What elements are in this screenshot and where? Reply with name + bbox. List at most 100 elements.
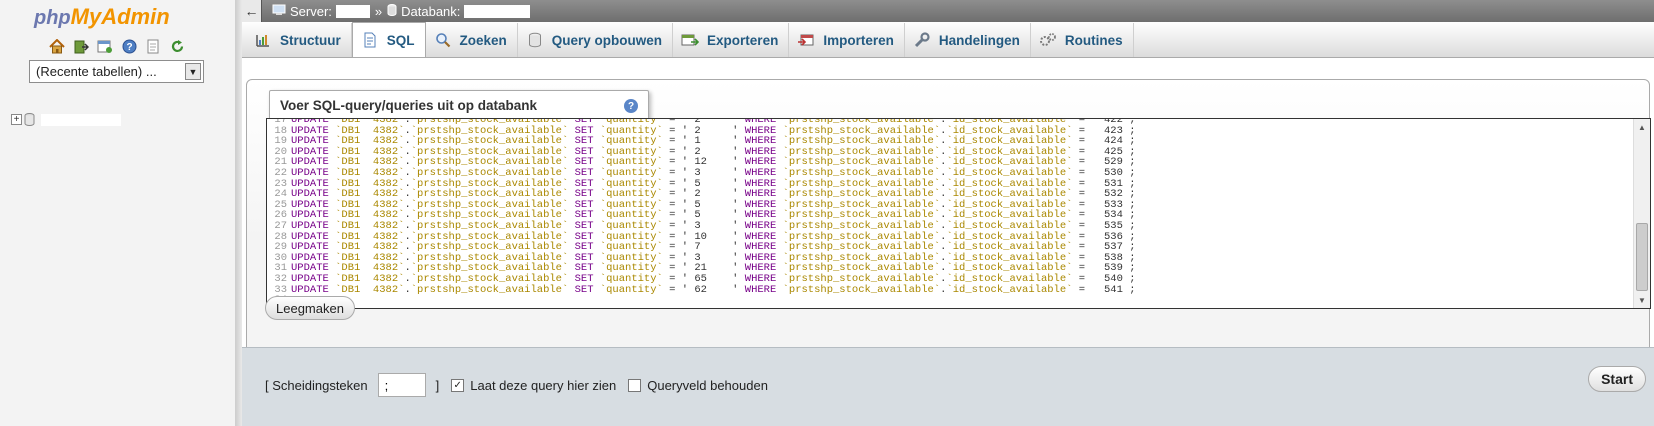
start-button[interactable]: Start — [1588, 366, 1646, 392]
sql-id-value: 535 — [1103, 219, 1123, 232]
sql-table-name: `prstshp_stock_available` — [782, 166, 941, 179]
sql-keyword: UPDATE — [291, 272, 329, 285]
database-icon — [387, 3, 397, 19]
tab-sql[interactable]: SQL — [351, 22, 426, 57]
tab-operations[interactable]: Handelingen — [905, 23, 1031, 57]
delimiter-label-close: ] — [435, 377, 440, 393]
sql-quantity-value: 65 — [694, 272, 733, 285]
sql-panel-title: Voer SQL-query/queries uit op databank ? — [269, 90, 649, 120]
sql-column-name: `id_stock_available` — [946, 272, 1073, 285]
sql-quote: ' — [732, 219, 745, 232]
sql-column-name: `quantity` — [599, 283, 663, 296]
tab-search[interactable]: Zoeken — [426, 23, 518, 57]
server-icon — [272, 4, 286, 19]
sql-table-name: `prstshp_stock_available` — [782, 283, 941, 296]
sql-id-value: 530 — [1103, 166, 1123, 179]
show-query-label[interactable]: Laat deze query hier zien — [470, 378, 616, 393]
scrollbar-thumb[interactable] — [1636, 223, 1648, 291]
delimiter-input[interactable] — [377, 373, 426, 397]
collapse-navigation-button[interactable]: ← — [242, 0, 262, 22]
sql-column-name: `quantity` — [599, 166, 663, 179]
tab-label: Handelingen — [938, 32, 1020, 48]
operations-icon — [913, 32, 931, 48]
retain-query-box-label[interactable]: Queryveld behouden — [647, 378, 768, 393]
tab-label: Exporteren — [707, 32, 779, 48]
sql-query-editor[interactable]: 17 UPDATE `DB1 4382`. `prstshp_stock_avail… — [266, 118, 1651, 309]
chevron-down-icon[interactable]: ▼ — [185, 63, 201, 80]
sql-table-name: `prstshp_stock_available` — [410, 219, 569, 232]
clear-button[interactable]: Leegmaken — [265, 296, 355, 320]
logout-icon[interactable] — [72, 38, 90, 54]
search-icon — [434, 32, 452, 48]
breadcrumb-server[interactable]: Server: — [272, 4, 370, 19]
sql-semicolon: ; — [1122, 219, 1136, 232]
sql-keyword: UPDATE — [291, 219, 329, 232]
sql-table-name: `prstshp_stock_available` — [782, 272, 941, 285]
retain-query-box-checkbox[interactable] — [628, 378, 642, 392]
clear-button-label: Leegmaken — [276, 300, 344, 316]
sql-database-name: `DB1 4382` — [335, 166, 405, 179]
logo-myadmin-text: MyAdmin — [70, 4, 170, 29]
redacted-server-name — [335, 4, 370, 18]
sql-quote: ' — [732, 166, 745, 179]
sql-id-value: 540 — [1103, 272, 1123, 285]
sql-operator: = — [1072, 166, 1104, 179]
sql-table-name: `prstshp_stock_available` — [410, 272, 569, 285]
sql-icon — [361, 32, 379, 48]
sql-line: 34 — [267, 295, 1633, 306]
sql-table-name: `prstshp_stock_available` — [410, 166, 569, 179]
tab-query-builder[interactable]: Query opbouwen — [518, 23, 674, 57]
sql-quantity-value: 62 — [694, 283, 733, 296]
tab-routines[interactable]: Routines — [1031, 23, 1134, 57]
query-window-icon[interactable] — [96, 38, 114, 54]
home-icon[interactable] — [48, 38, 66, 54]
import-icon — [797, 32, 815, 48]
start-button-label: Start — [1601, 371, 1633, 387]
line-number: 32 — [274, 272, 287, 285]
sql-database-name: `DB1 4382` — [335, 219, 405, 232]
sql-operator: = — [1072, 219, 1104, 232]
tab-import[interactable]: Importeren — [789, 23, 905, 57]
expand-icon[interactable]: + — [11, 114, 22, 125]
scroll-up-arrow-icon[interactable]: ▲ — [1634, 119, 1650, 135]
quick-links: ? — [48, 38, 186, 54]
tab-structure[interactable]: Structuur — [246, 23, 352, 57]
show-query-checkbox[interactable]: ✓ — [451, 378, 465, 392]
logo-php-text: php — [34, 7, 71, 29]
line-number: 22 — [274, 166, 287, 179]
database-tree-item[interactable]: + — [11, 113, 121, 126]
editor-scrollbar[interactable]: ▲ ▼ — [1633, 119, 1650, 308]
sql-keyword: WHERE — [744, 219, 777, 232]
sql-semicolon: ; — [1122, 272, 1136, 285]
help-icon[interactable]: ? — [624, 99, 638, 113]
scroll-down-arrow-icon[interactable]: ▼ — [1634, 292, 1650, 308]
sql-column-name: `id_stock_available` — [946, 283, 1073, 296]
sql-id-value: 541 — [1103, 283, 1123, 296]
docs-icon[interactable]: ? — [120, 38, 138, 54]
phpmyadmin-logo[interactable]: phpMyAdmin — [34, 4, 204, 29]
tab-export[interactable]: Exporteren — [673, 23, 790, 57]
sql-keyword: WHERE — [744, 166, 777, 179]
breadcrumb-separator: » — [374, 3, 383, 19]
main-content: Voer SQL-query/queries uit op databank ?… — [242, 59, 1654, 426]
sql-keyword: WHERE — [744, 283, 777, 296]
tab-label: SQL — [386, 32, 415, 48]
sql-docs-icon[interactable] — [144, 38, 162, 54]
reload-icon[interactable] — [168, 38, 186, 54]
server-breadcrumb-bar: ← Server: » Databank: — [242, 0, 1654, 22]
sql-keyword: UPDATE — [291, 166, 329, 179]
sql-keyword: SET — [574, 272, 594, 285]
sql-line: 22 UPDATE `DB1 4382`. `prstshp_stock_avail… — [267, 168, 1633, 179]
query-builder-icon — [526, 32, 544, 48]
delimiter-label: [ Scheidingsteken — [265, 377, 368, 393]
sql-quote: ' — [732, 272, 745, 285]
tab-label: Query opbouwen — [551, 32, 663, 48]
sql-keyword: SET — [574, 219, 594, 232]
sql-operator: = ' — [662, 283, 695, 296]
sql-column-name: `id_stock_available` — [946, 166, 1073, 179]
sql-operator: = ' — [662, 219, 695, 232]
recent-tables-select[interactable]: (Recente tabellen) ... ▼ — [29, 60, 204, 83]
main-tabs: Structuur SQL Zoeken Query opbouwen Expo… — [242, 22, 1654, 58]
breadcrumb-database[interactable]: Databank: — [387, 3, 531, 19]
tab-label: Structuur — [280, 32, 341, 48]
